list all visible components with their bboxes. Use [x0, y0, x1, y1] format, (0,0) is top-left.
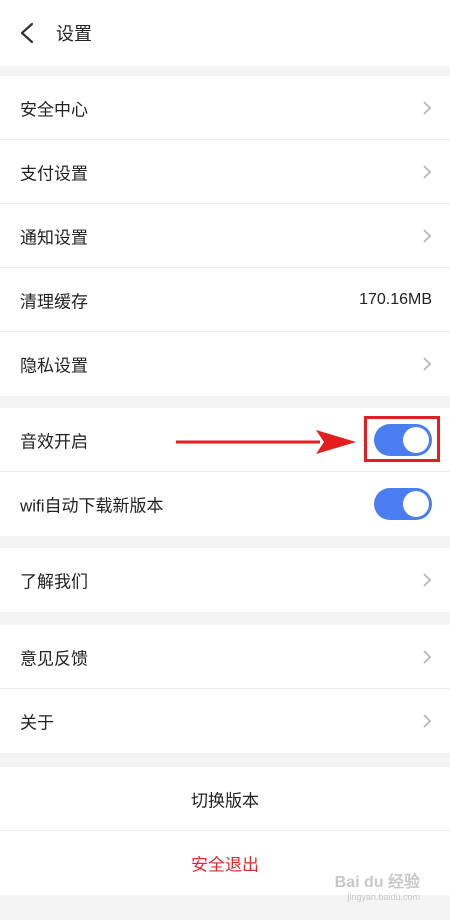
- row-label: 通知设置: [20, 228, 88, 247]
- switch-version-label: 切换版本: [191, 791, 259, 810]
- settings-group-account: 安全中心 支付设置 通知设置 清理缓存 170.16MB 隐私设置: [0, 76, 450, 396]
- row-feedback[interactable]: 意见反馈: [0, 625, 450, 689]
- row-label: 意见反馈: [20, 649, 88, 668]
- header-bar: 设置: [0, 0, 450, 66]
- row-wifi-auto-download: wifi自动下载新版本: [0, 472, 450, 536]
- toggle-knob: [403, 491, 429, 517]
- switch-version-button[interactable]: 切换版本: [0, 767, 450, 831]
- wifi-auto-download-toggle[interactable]: [374, 488, 432, 520]
- row-label: 了解我们: [20, 572, 88, 592]
- row-label: 清理缓存: [20, 292, 88, 311]
- row-label: 安全中心: [20, 100, 88, 119]
- row-about-us[interactable]: 了解我们: [0, 548, 450, 612]
- row-label: 关于: [20, 713, 54, 733]
- annotation-arrow-icon: [176, 430, 356, 454]
- chevron-right-icon: [423, 573, 432, 587]
- chevron-right-icon: [423, 649, 432, 664]
- row-notification-settings[interactable]: 通知设置: [0, 204, 450, 268]
- chevron-right-icon: [423, 357, 432, 371]
- annotation-highlight-box: [364, 416, 440, 462]
- row-label: 隐私设置: [20, 356, 88, 376]
- row-security-center[interactable]: 安全中心: [0, 76, 450, 140]
- row-privacy-settings[interactable]: 隐私设置: [0, 332, 450, 396]
- chevron-left-icon[interactable]: [14, 18, 42, 48]
- watermark-sub: jingyan.baidu.com: [347, 892, 420, 902]
- watermark: Bai du 经验 jingyan.baidu.com: [335, 868, 420, 902]
- row-label: 音效开启: [20, 432, 88, 451]
- page-title: 设置: [56, 24, 92, 44]
- settings-group-feedback: 意见反馈 关于: [0, 625, 450, 753]
- row-payment-settings[interactable]: 支付设置: [0, 140, 450, 204]
- settings-group-about-us: 了解我们: [0, 548, 450, 612]
- chevron-right-icon: [423, 228, 432, 243]
- row-about[interactable]: 关于: [0, 689, 450, 753]
- row-label: 支付设置: [20, 164, 88, 183]
- chevron-right-icon: [423, 100, 432, 115]
- watermark-text: Bai du 经验: [334, 874, 420, 891]
- row-clear-cache[interactable]: 清理缓存 170.16MB: [0, 268, 450, 332]
- chevron-right-icon: [423, 164, 432, 179]
- cache-size-value: 170.16MB: [359, 290, 432, 308]
- row-label: wifi自动下载新版本: [20, 496, 164, 516]
- chevron-right-icon: [423, 714, 432, 728]
